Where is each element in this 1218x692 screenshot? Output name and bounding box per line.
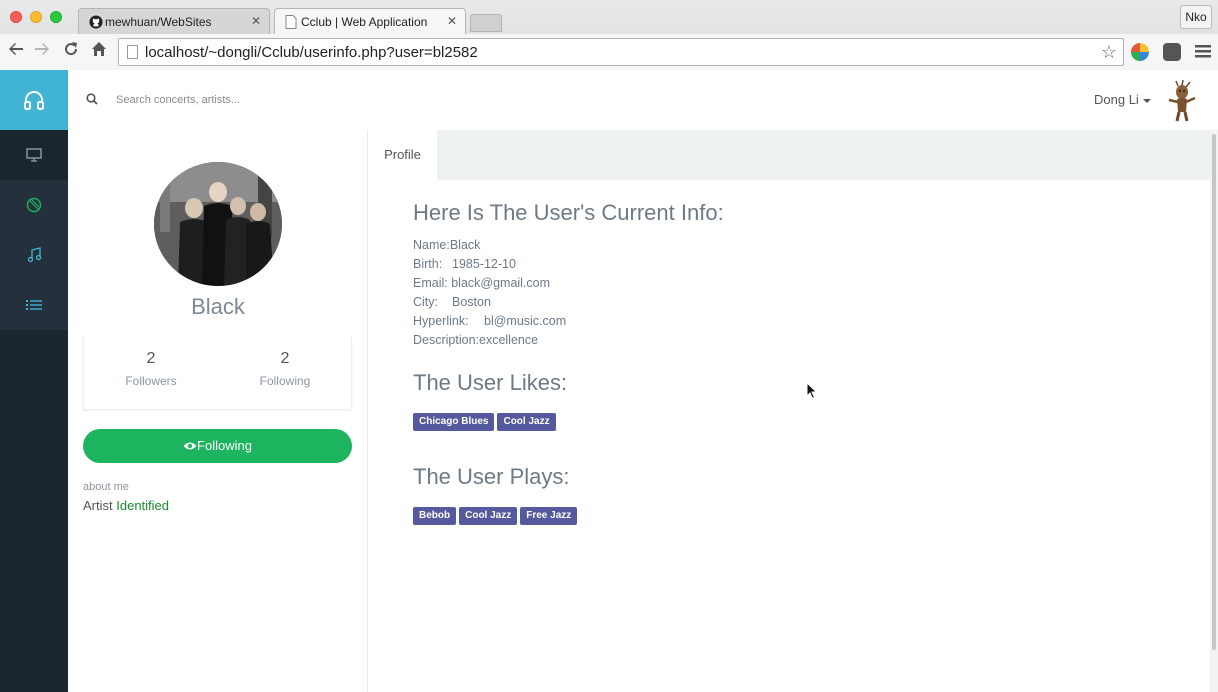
- info-row-description: Description:excellence: [413, 333, 538, 347]
- eye-icon: [183, 442, 197, 450]
- window-maximize-button[interactable]: [50, 11, 62, 23]
- tab-label: mewhuan/WebSites: [105, 15, 212, 29]
- info-value: 1985-12-10: [452, 257, 516, 271]
- following-button[interactable]: Following: [83, 429, 352, 463]
- app-sidebar: [0, 70, 68, 692]
- likes-heading: The User Likes:: [413, 370, 568, 395]
- genre-tag[interactable]: Cool Jazz: [497, 413, 556, 431]
- user-name: Dong Li: [1094, 92, 1139, 107]
- following-stat[interactable]: 2 Following: [218, 350, 352, 388]
- genre-tag[interactable]: Free Jazz: [520, 507, 578, 525]
- about-role: Artist: [83, 498, 113, 513]
- followers-label: Followers: [125, 374, 177, 388]
- likes-tags: Chicago Blues Cool Jazz: [413, 413, 556, 431]
- info-row-name: Name:Black: [413, 238, 480, 252]
- info-row-hyperlink: Hyperlink: bl@music.com: [413, 314, 566, 328]
- following-count: 2: [280, 350, 290, 367]
- list-icon[interactable]: [0, 280, 68, 330]
- following-label: Following: [259, 374, 311, 388]
- user-menu[interactable]: Dong Li: [1094, 92, 1151, 107]
- monitor-icon[interactable]: [0, 130, 68, 180]
- info-key: City:: [413, 295, 438, 309]
- browser-tab-cclub[interactable]: Cclub | Web Application ✕: [274, 8, 466, 34]
- follow-stats: 2 Followers 2 Following: [83, 336, 352, 410]
- info-value: Boston: [452, 295, 491, 309]
- profile-photo: [154, 162, 282, 286]
- menu-icon[interactable]: [1195, 42, 1211, 62]
- browser-toolbar: localhost/~dongli/Cclub/userinfo.php?use…: [0, 34, 1218, 70]
- info-row-birth: Birth: 1985-12-10: [413, 257, 516, 271]
- genre-tag[interactable]: Cool Jazz: [459, 507, 518, 525]
- page-icon: [285, 15, 299, 29]
- home-icon[interactable]: [91, 41, 107, 61]
- tab-label: Cclub | Web Application: [301, 15, 428, 29]
- plays-heading: The User Plays:: [413, 464, 570, 489]
- info-value: Black: [449, 238, 481, 252]
- following-button-label: Following: [197, 438, 252, 453]
- info-value[interactable]: bl@music.com: [484, 314, 566, 328]
- main-panel: Profile Here Is The User's Current Info:…: [368, 130, 1210, 692]
- compass-icon[interactable]: [0, 180, 68, 230]
- close-icon[interactable]: ✕: [251, 14, 261, 28]
- bookmark-star-icon[interactable]: ☆: [1101, 42, 1117, 63]
- search-input[interactable]: [108, 88, 508, 112]
- profile-column: Black 2 Followers 2 Following Following …: [68, 130, 368, 692]
- caret-down-icon: [1142, 98, 1151, 103]
- genre-tag[interactable]: Bebob: [413, 507, 457, 525]
- browser-tab-github[interactable]: mewhuan/WebSites ✕: [78, 8, 270, 34]
- info-row-city: City: Boston: [413, 295, 491, 309]
- genre-tag[interactable]: Chicago Blues: [413, 413, 495, 431]
- close-icon[interactable]: ✕: [447, 14, 457, 28]
- browser-chrome: mewhuan/WebSites ✕ Cclub | Web Applicati…: [0, 0, 1218, 70]
- about-text: Artist Identified: [83, 498, 169, 513]
- tab-profile[interactable]: Profile: [368, 130, 437, 180]
- url-text[interactable]: localhost/~dongli/Cclub/userinfo.php?use…: [145, 44, 478, 61]
- info-value: excellence: [479, 333, 539, 347]
- new-tab-button[interactable]: [470, 14, 502, 32]
- app-header: Dong Li: [68, 70, 1218, 130]
- search-icon: [86, 92, 98, 110]
- info-key: Email:: [413, 276, 448, 290]
- about-status: Identified: [116, 498, 170, 513]
- address-bar[interactable]: localhost/~dongli/Cclub/userinfo.php?use…: [118, 38, 1124, 66]
- info-key: Hyperlink:: [413, 314, 469, 328]
- back-arrow-icon[interactable]: [8, 41, 24, 61]
- info-heading: Here Is The User's Current Info:: [413, 200, 724, 225]
- headphones-icon[interactable]: [0, 70, 68, 130]
- info-key: Description:: [413, 333, 479, 347]
- pocket-icon[interactable]: [1163, 43, 1181, 61]
- info-key: Name:: [413, 238, 450, 252]
- scrollbar[interactable]: [1210, 130, 1218, 692]
- music-note-icon[interactable]: [0, 230, 68, 280]
- github-icon: [89, 15, 103, 29]
- window-minimize-button[interactable]: [30, 11, 42, 23]
- mouse-cursor-icon: [806, 381, 818, 405]
- profile-button[interactable]: Nko: [1180, 5, 1212, 29]
- scroll-thumb[interactable]: [1212, 134, 1216, 650]
- info-key: Birth:: [413, 257, 443, 271]
- followers-count: 2: [146, 350, 156, 367]
- info-row-email: Email: black@gmail.com: [413, 276, 550, 290]
- about-label: about me: [83, 481, 129, 493]
- window-close-button[interactable]: [10, 11, 22, 23]
- profile-name: Black: [191, 294, 245, 319]
- tab-bar: Profile: [368, 130, 1210, 180]
- plays-tags: Bebob Cool Jazz Free Jazz: [413, 507, 578, 525]
- extension-icon[interactable]: [1131, 43, 1149, 61]
- followers-stat[interactable]: 2 Followers: [84, 350, 218, 388]
- forward-arrow-icon[interactable]: [34, 41, 50, 61]
- page-icon: [127, 45, 138, 59]
- avatar[interactable]: [1164, 79, 1200, 122]
- reload-icon[interactable]: [63, 41, 79, 61]
- info-value: black@gmail.com: [451, 276, 551, 290]
